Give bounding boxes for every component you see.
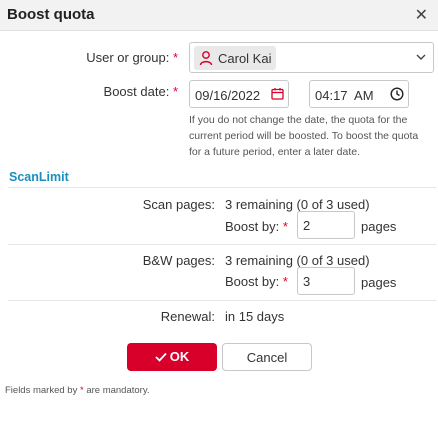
dialog-titlebar: Boost quota ✕: [0, 0, 438, 31]
boost-time-input[interactable]: 04:17 AM: [309, 80, 409, 108]
divider: [8, 300, 436, 301]
user-chip: Carol Kai: [194, 46, 277, 70]
user-chip-label: Carol Kai: [218, 50, 272, 66]
user-or-group-select[interactable]: Carol Kai: [189, 42, 434, 73]
required-mark: *: [172, 84, 178, 99]
bw-pages-remaining: 3 remaining (0 of 3 used): [225, 253, 370, 268]
mandatory-fields-note: Fields marked by * are mandatory.: [5, 385, 150, 396]
close-icon[interactable]: ✕: [415, 5, 428, 25]
scan-boost-label: Boost by: *: [225, 219, 288, 234]
boost-date-input[interactable]: 09/16/2022: [189, 80, 289, 108]
user-label-text: User or group:: [86, 50, 170, 65]
footer-text-after: are mandatory.: [83, 385, 150, 396]
scan-boost-input[interactable]: 2: [297, 211, 355, 239]
user-icon: [199, 51, 213, 66]
time-value: 04:17 AM: [315, 88, 374, 103]
boost-date-label: Boost date: *: [60, 84, 178, 99]
required-mark: *: [282, 219, 288, 234]
bw-boost-label: Boost by: *: [225, 274, 288, 289]
renewal-value: in 15 days: [225, 309, 285, 324]
scan-boost-unit: pages: [361, 219, 397, 234]
chevron-down-icon[interactable]: [416, 54, 426, 61]
required-mark: *: [172, 50, 178, 65]
bw-boost-unit: pages: [361, 275, 397, 290]
required-mark: *: [282, 274, 288, 289]
footer-text-before: Fields marked by: [5, 385, 80, 396]
scan-pages-remaining: 3 remaining (0 of 3 used): [225, 197, 370, 212]
bw-boost-label-text: Boost by:: [225, 274, 280, 289]
cancel-button[interactable]: Cancel: [222, 343, 312, 371]
scan-boost-label-text: Boost by:: [225, 219, 280, 234]
date-value: 09/16/2022: [195, 88, 261, 103]
boost-date-help-text: If you do not change the date, the quota…: [189, 114, 419, 158]
user-or-group-label: User or group: *: [60, 50, 178, 65]
renewal-label: Renewal:: [160, 309, 215, 324]
ok-button-label: OK: [169, 349, 190, 364]
scan-pages-label: Scan pages:: [142, 197, 215, 212]
bw-pages-label: B&W pages:: [142, 253, 215, 268]
clock-icon[interactable]: [390, 87, 404, 101]
divider: [8, 244, 436, 245]
dialog-title: Boost quota: [7, 6, 95, 23]
scanlimit-section-title: ScanLimit: [9, 170, 69, 184]
divider: [8, 187, 436, 188]
bw-boost-input[interactable]: 3: [297, 267, 355, 295]
date-label-text: Boost date:: [103, 84, 170, 99]
check-icon: [155, 352, 167, 362]
ok-button[interactable]: OK: [127, 343, 217, 371]
calendar-icon[interactable]: [271, 87, 284, 100]
